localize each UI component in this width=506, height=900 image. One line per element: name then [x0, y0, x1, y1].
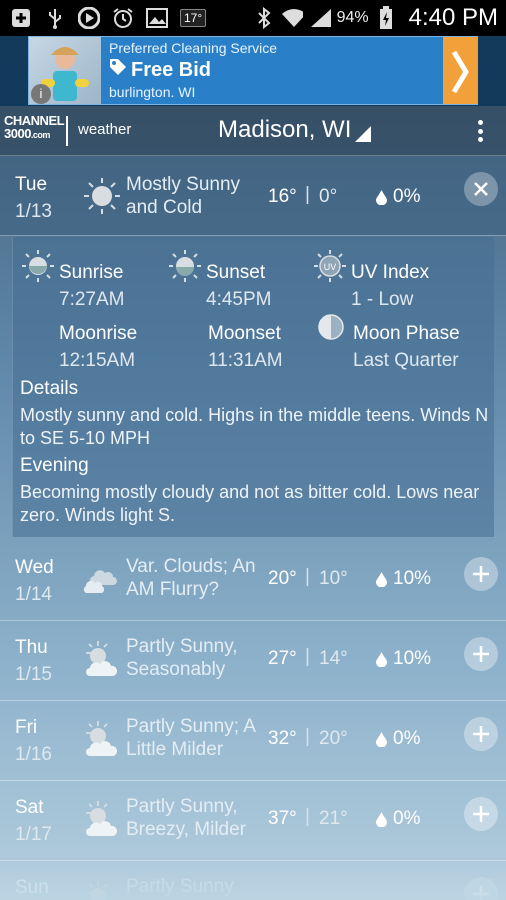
sunset-icon — [169, 250, 201, 282]
bluetooth-icon — [253, 7, 275, 29]
plus-icon — [473, 646, 489, 662]
details-heading: Details — [20, 378, 79, 399]
raindrop-icon — [376, 651, 387, 667]
details-text: Mostly sunny and cold. Highs in the midd… — [20, 405, 489, 448]
expand-button[interactable] — [464, 637, 498, 671]
partly-sunny-icon — [86, 641, 118, 676]
ad-location: burlington. WI — [109, 84, 196, 100]
expand-button[interactable] — [464, 797, 498, 831]
raindrop-icon — [376, 731, 387, 747]
logo-divider — [66, 116, 68, 146]
ad-info-icon[interactable]: i — [31, 84, 51, 104]
signal-icon — [309, 7, 331, 29]
close-icon — [474, 182, 488, 196]
sunny-icon — [80, 176, 124, 216]
forecast-row-today[interactable]: Tue 1/13 Mostly Sunny and Cold 16° | 0° … — [0, 156, 506, 236]
gallery-icon — [146, 7, 168, 29]
dropdown-caret-icon — [355, 126, 372, 142]
moon-phase-icon — [318, 314, 344, 340]
partly-sunny-icon — [86, 881, 108, 900]
forecast-row-fri[interactable]: Fri 1/16 Partly Sunny; A Little Milder 3… — [0, 701, 506, 781]
battery-charging-icon — [375, 6, 397, 29]
forecast-row-sat[interactable]: Sat 1/17 Partly Sunny, Breezy, Milder 37… — [0, 781, 506, 861]
clock: 4:40 PM — [408, 4, 498, 31]
day-date: 1/13 — [15, 201, 52, 222]
sunrise-icon — [22, 250, 54, 282]
temperature-notification: 17° — [180, 9, 207, 27]
precip-chance: 0% — [393, 186, 421, 207]
app-header: CHANNEL 3000.com weather Madison, WI — [0, 106, 506, 156]
raindrop-icon — [376, 189, 387, 205]
temp-separator: | — [305, 184, 310, 205]
raindrop-icon — [376, 571, 387, 587]
forecast-row-wed[interactable]: Wed 1/14 Var. Clouds; An AM Flurry? 20° … — [0, 541, 506, 621]
ad-banner[interactable]: i Preferred Cleaning Service Free Bid bu… — [28, 36, 478, 105]
raindrop-icon — [376, 811, 387, 827]
day-name: Tue — [15, 174, 48, 195]
expand-button[interactable] — [464, 717, 498, 751]
plus-icon — [473, 566, 489, 582]
tag-icon — [109, 58, 127, 82]
channel3000-logo: CHANNEL 3000.com — [4, 113, 65, 141]
clouds-icon — [83, 570, 117, 593]
battery-percentage: 94% — [336, 9, 369, 26]
status-bar: 17° 94% 4:40 PM — [0, 0, 506, 36]
evening-text: Becoming mostly cloudy and not as bitter… — [20, 482, 480, 525]
ad-image: i — [29, 37, 101, 104]
forecast-row-thu[interactable]: Thu 1/15 Partly Sunny, Seasonably 27° | … — [0, 621, 506, 701]
high-temp: 16° — [268, 186, 297, 207]
location-selector[interactable]: Madison, WI — [218, 116, 372, 144]
low-temp: 0° — [319, 186, 338, 207]
ad-area: i Preferred Cleaning Service Free Bid bu… — [0, 36, 506, 106]
svg-text:UV: UV — [324, 262, 337, 272]
partly-sunny-icon — [86, 721, 118, 756]
ad-offer: Free Bid — [131, 58, 212, 81]
location-name: Madison, WI — [218, 116, 352, 143]
alarm-icon — [112, 7, 134, 29]
play-icon — [78, 7, 100, 29]
forecast-row-sun[interactable]: Sun Partly Sunny — [0, 861, 506, 900]
overflow-menu-icon[interactable] — [472, 118, 488, 144]
collapse-button[interactable] — [464, 172, 498, 206]
logo-weather-label: weather — [78, 121, 132, 138]
day-condition: Mostly Sunny and Cold — [126, 174, 241, 218]
day-details-panel: Sunrise 7:27AM Sunset 4:45PM UV UV Index… — [12, 237, 494, 537]
expand-button[interactable] — [464, 877, 498, 900]
ad-headline: Preferred Cleaning Service — [109, 40, 278, 56]
moonrise-icon — [28, 314, 41, 340]
plus-icon — [473, 886, 489, 900]
plus-icon — [473, 806, 489, 822]
usb-icon — [44, 7, 66, 29]
wifi-icon — [281, 7, 303, 29]
ad-arrow-icon[interactable] — [443, 37, 477, 104]
evening-heading: Evening — [20, 455, 89, 476]
plus-icon — [473, 726, 489, 742]
expand-button[interactable] — [464, 557, 498, 591]
add-icon — [10, 7, 32, 29]
uv-icon: UV — [314, 250, 346, 282]
partly-sunny-icon — [86, 801, 118, 836]
moonset-icon — [177, 314, 190, 340]
